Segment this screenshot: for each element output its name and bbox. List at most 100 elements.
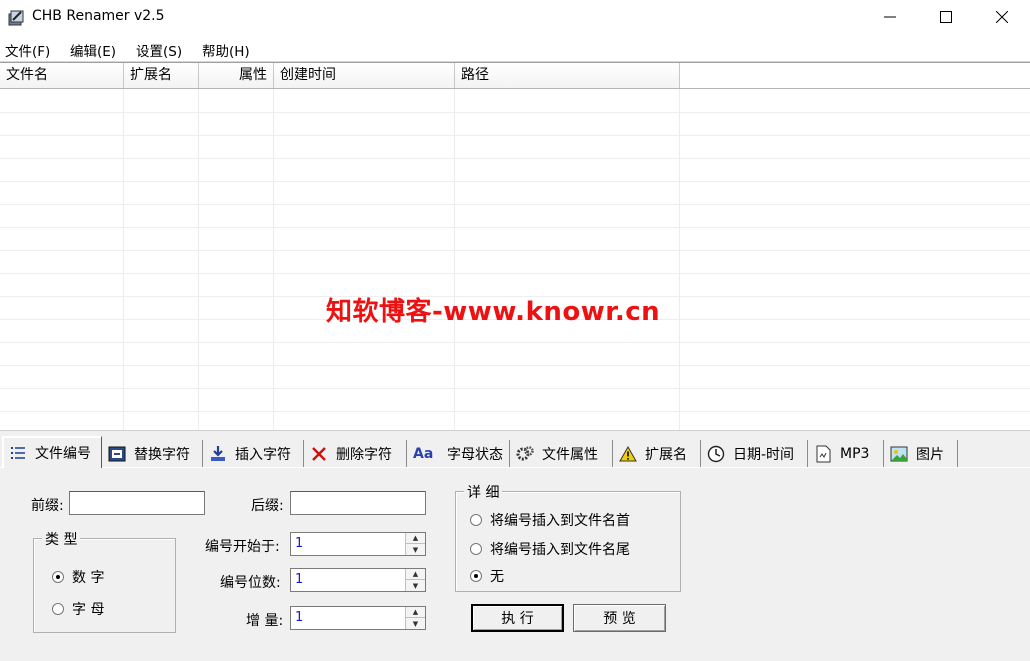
detail-group-title: 详 细 <box>464 482 503 502</box>
suffix-input[interactable] <box>290 491 426 515</box>
maximize-button[interactable] <box>918 0 974 34</box>
row-gridline <box>0 204 1030 205</box>
minimize-button[interactable] <box>862 0 918 34</box>
radio-label: 无 <box>490 569 504 585</box>
spinner-arrows: ▲ ▼ <box>405 533 425 555</box>
tab-label: MP3 <box>840 446 870 462</box>
menu-file[interactable]: 文件(F) <box>5 40 50 60</box>
row-gridline <box>0 388 1030 389</box>
radio-indicator <box>470 570 482 582</box>
row-gridline <box>0 112 1030 113</box>
increment-spinner[interactable]: 1 ▲ ▼ <box>290 606 426 630</box>
tab-mp3[interactable]: MP3 <box>808 440 884 468</box>
insert-icon <box>211 446 225 461</box>
tab-file-attributes[interactable]: 文件属性 <box>510 440 613 468</box>
row-gridline <box>0 135 1030 136</box>
column-divider <box>454 89 455 430</box>
close-button[interactable] <box>974 0 1030 34</box>
letter-case-icon: Aa <box>413 446 434 462</box>
column-divider <box>123 89 124 430</box>
type-groupbox: 类 型 数 字 字 母 <box>33 529 176 633</box>
type-radio-number[interactable]: 数 字 <box>52 567 104 587</box>
warning-icon <box>619 445 637 462</box>
digits-spinner[interactable]: 1 ▲ ▼ <box>290 568 426 592</box>
tab-replace-chars[interactable]: 替换字符 <box>102 440 203 468</box>
spinner-up-button[interactable]: ▲ <box>406 569 425 580</box>
detail-radio-prefix[interactable]: 将编号插入到文件名首 <box>470 510 630 530</box>
row-gridline <box>0 181 1030 182</box>
row-gridline <box>0 250 1030 251</box>
menu-settings[interactable]: 设置(S) <box>136 40 182 60</box>
row-gridline <box>0 158 1030 159</box>
tab-label: 文件编号 <box>35 445 91 462</box>
column-header-attributes[interactable]: 属性 <box>199 63 274 88</box>
menu-edit[interactable]: 编辑(E) <box>70 40 116 60</box>
spinner-down-button[interactable]: ▼ <box>406 544 425 555</box>
detail-radio-suffix[interactable]: 将编号插入到文件名尾 <box>470 539 630 559</box>
window-title: CHB Renamer v2.5 <box>32 8 165 24</box>
tab-label: 替换字符 <box>134 447 190 463</box>
radio-label: 数 字 <box>72 570 105 586</box>
clock-icon <box>707 445 725 463</box>
tab-letter-case[interactable]: Aa 字母状态 <box>407 440 510 468</box>
numbering-panel: 前缀: 后缀: 类 型 数 字 字 母 编号开始于: 1 ▲ ▼ 编号位数: 1… <box>0 467 1030 661</box>
maximize-icon <box>940 11 952 23</box>
start-label: 编号开始于: <box>205 539 280 555</box>
row-gridline <box>0 411 1030 412</box>
delete-x-icon <box>312 447 326 461</box>
tab-delete-chars[interactable]: 删除字符 <box>304 440 407 468</box>
tab-insert-chars[interactable]: 插入字符 <box>203 440 304 468</box>
spinner-arrows: ▲ ▼ <box>405 569 425 591</box>
digits-label: 编号位数: <box>220 575 281 591</box>
column-divider <box>679 89 680 430</box>
tab-picture[interactable]: 图片 <box>884 440 958 468</box>
spinner-down-button[interactable]: ▼ <box>406 580 425 591</box>
tab-strip: 文件编号 替换字符 插入字符 删除字符 Aa 字母状态 文件属性 扩展名 日期-… <box>0 436 1030 468</box>
minimize-icon <box>884 16 896 18</box>
suffix-label: 后缀: <box>251 498 284 514</box>
execute-button[interactable]: 执 行 <box>471 604 564 632</box>
tab-label: 删除字符 <box>336 447 392 463</box>
tab-label: 插入字符 <box>235 447 291 463</box>
radio-indicator <box>470 514 482 526</box>
row-gridline <box>0 365 1030 366</box>
tab-label: 字母状态 <box>447 447 503 463</box>
column-divider <box>198 89 199 430</box>
file-list[interactable]: 文件名 扩展名 属性 创建时间 路径 知软博客-www.knowr.cn <box>0 62 1030 430</box>
increment-label: 增 量: <box>246 613 284 629</box>
row-gridline <box>0 342 1030 343</box>
radio-indicator <box>52 603 64 615</box>
tab-extension[interactable]: 扩展名 <box>613 440 701 468</box>
column-divider <box>273 89 274 430</box>
radio-indicator <box>52 571 64 583</box>
mp3-file-icon <box>816 445 831 463</box>
spinner-down-button[interactable]: ▼ <box>406 618 425 629</box>
spinner-value: 1 <box>295 610 304 625</box>
tab-date-time[interactable]: 日期-时间 <box>701 440 808 468</box>
column-header-created[interactable]: 创建时间 <box>274 63 455 88</box>
column-header-filename[interactable]: 文件名 <box>0 63 124 88</box>
column-header-path[interactable]: 路径 <box>455 63 680 88</box>
tab-file-numbering[interactable]: 文件编号 <box>2 436 102 468</box>
watermark-text: 知软博客-www.knowr.cn <box>326 297 661 327</box>
type-radio-letter[interactable]: 字 母 <box>52 599 104 619</box>
column-header-extension[interactable]: 扩展名 <box>124 63 199 88</box>
spinner-up-button[interactable]: ▲ <box>406 533 425 544</box>
start-spinner[interactable]: 1 ▲ ▼ <box>290 532 426 556</box>
tab-label: 扩展名 <box>645 447 687 463</box>
menu-help[interactable]: 帮助(H) <box>202 40 250 60</box>
spinner-up-button[interactable]: ▲ <box>406 607 425 618</box>
prefix-input[interactable] <box>69 491 205 515</box>
radio-label: 将编号插入到文件名首 <box>490 513 630 529</box>
detail-radio-none[interactable]: 无 <box>470 566 504 586</box>
close-icon <box>996 11 1008 23</box>
radio-label: 字 母 <box>72 602 105 618</box>
title-bar: CHB Renamer v2.5 <box>0 0 1030 36</box>
detail-groupbox: 详 细 将编号插入到文件名首 将编号插入到文件名尾 无 <box>455 482 681 592</box>
list-header: 文件名 扩展名 属性 创建时间 路径 <box>0 63 1030 89</box>
gears-icon <box>516 446 534 461</box>
preview-button[interactable]: 预 览 <box>573 604 666 632</box>
row-gridline <box>0 273 1030 274</box>
tab-label: 图片 <box>916 447 944 463</box>
spinner-value: 1 <box>295 536 304 551</box>
